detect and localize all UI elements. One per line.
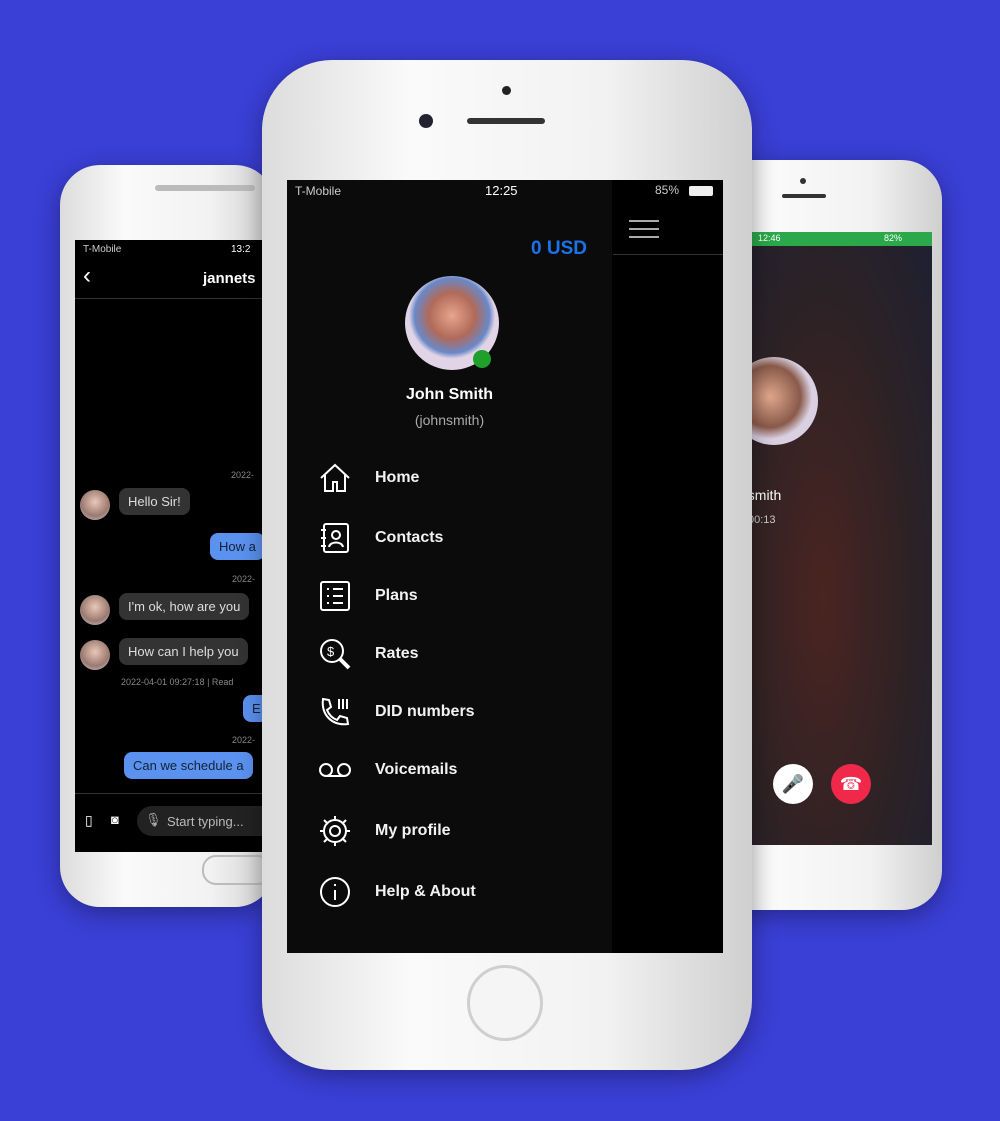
avatar	[80, 595, 110, 625]
call-status-bar: 12:46 82%	[750, 232, 932, 246]
timestamp: 2022-04-01 09:27:18 | Read	[121, 677, 234, 687]
menu-item-plans[interactable]: Plans	[317, 576, 418, 616]
menu-item-my-profile[interactable]: My profile	[317, 811, 451, 851]
home-icon	[320, 463, 350, 492]
menu-screen: T-Mobile 12:25 85% 0 USD John Smith (joh…	[287, 180, 723, 953]
message-out: Can we schedule a	[124, 752, 253, 779]
battery: 82%	[884, 233, 903, 243]
user-name: John Smith	[405, 386, 494, 403]
hamburger-icon[interactable]	[629, 220, 659, 238]
contacts-icon	[321, 523, 349, 553]
timestamp: 2022-	[232, 735, 256, 745]
online-indicator	[473, 350, 491, 368]
carrier: T-Mobile	[295, 184, 342, 198]
menu-item-home[interactable]: Home	[317, 458, 419, 498]
balance: 0 USD	[531, 238, 587, 259]
hangup-icon[interactable]: ☎	[831, 764, 871, 804]
list-icon	[320, 581, 350, 611]
battery: 85%	[655, 183, 680, 197]
info-icon	[320, 877, 350, 907]
menu-item-rates[interactable]: $ Rates	[317, 634, 419, 674]
menu-item-help-about[interactable]: Help & About	[317, 872, 476, 912]
mic-icon[interactable]: 🎙	[145, 812, 162, 828]
timestamp: 2022-	[231, 470, 255, 480]
user-handle: (johnsmith)	[414, 412, 485, 428]
avatar	[80, 490, 110, 520]
speaker	[155, 185, 255, 191]
phone-numbers-icon	[321, 697, 350, 726]
menu-item-voicemails[interactable]: Voicemails	[317, 750, 457, 790]
menu-item-contacts[interactable]: Contacts	[317, 518, 443, 558]
back-icon[interactable]: ‹	[83, 262, 91, 290]
dollar-search-icon: $	[320, 639, 351, 670]
chat-phone: T-Mobile 13:2 ‹ jannets 2022- Hello Sir!…	[60, 165, 325, 907]
call-duration: 00:13	[750, 514, 776, 526]
carrier: T-Mobile	[83, 244, 122, 255]
clock: 12:46	[758, 233, 781, 243]
svg-text:$: $	[327, 644, 335, 659]
chat-title: jannets	[203, 270, 256, 287]
message-out: How a	[210, 533, 265, 560]
menu-item-did-numbers[interactable]: DID numbers	[317, 692, 475, 732]
caller-avatar	[750, 357, 818, 445]
call-screen: 12:46 82% nsmith 00:13 🎤 ☎	[750, 232, 932, 845]
battery-icon	[689, 186, 713, 196]
message-in: I'm ok, how are you	[119, 593, 250, 620]
avatar	[80, 640, 110, 670]
clock: 13:2	[231, 244, 251, 255]
caller-name: nsmith	[750, 487, 782, 503]
timestamp: 2022-	[232, 574, 256, 584]
voicemail-icon	[319, 763, 351, 777]
gear-icon	[320, 816, 350, 846]
input-placeholder: Start typing...	[167, 814, 244, 829]
clock: 12:25	[485, 183, 518, 198]
camera-icon[interactable]: ◙	[111, 812, 119, 827]
mute-icon[interactable]: 🎤	[773, 764, 813, 804]
home-button[interactable]	[467, 965, 543, 1041]
menu-phone: T-Mobile 12:25 85% 0 USD John Smith (joh…	[262, 60, 752, 1070]
message-in: Hello Sir!	[119, 488, 190, 515]
file-icon[interactable]: ▯	[85, 812, 93, 829]
message-in: How can I help you	[119, 638, 248, 665]
